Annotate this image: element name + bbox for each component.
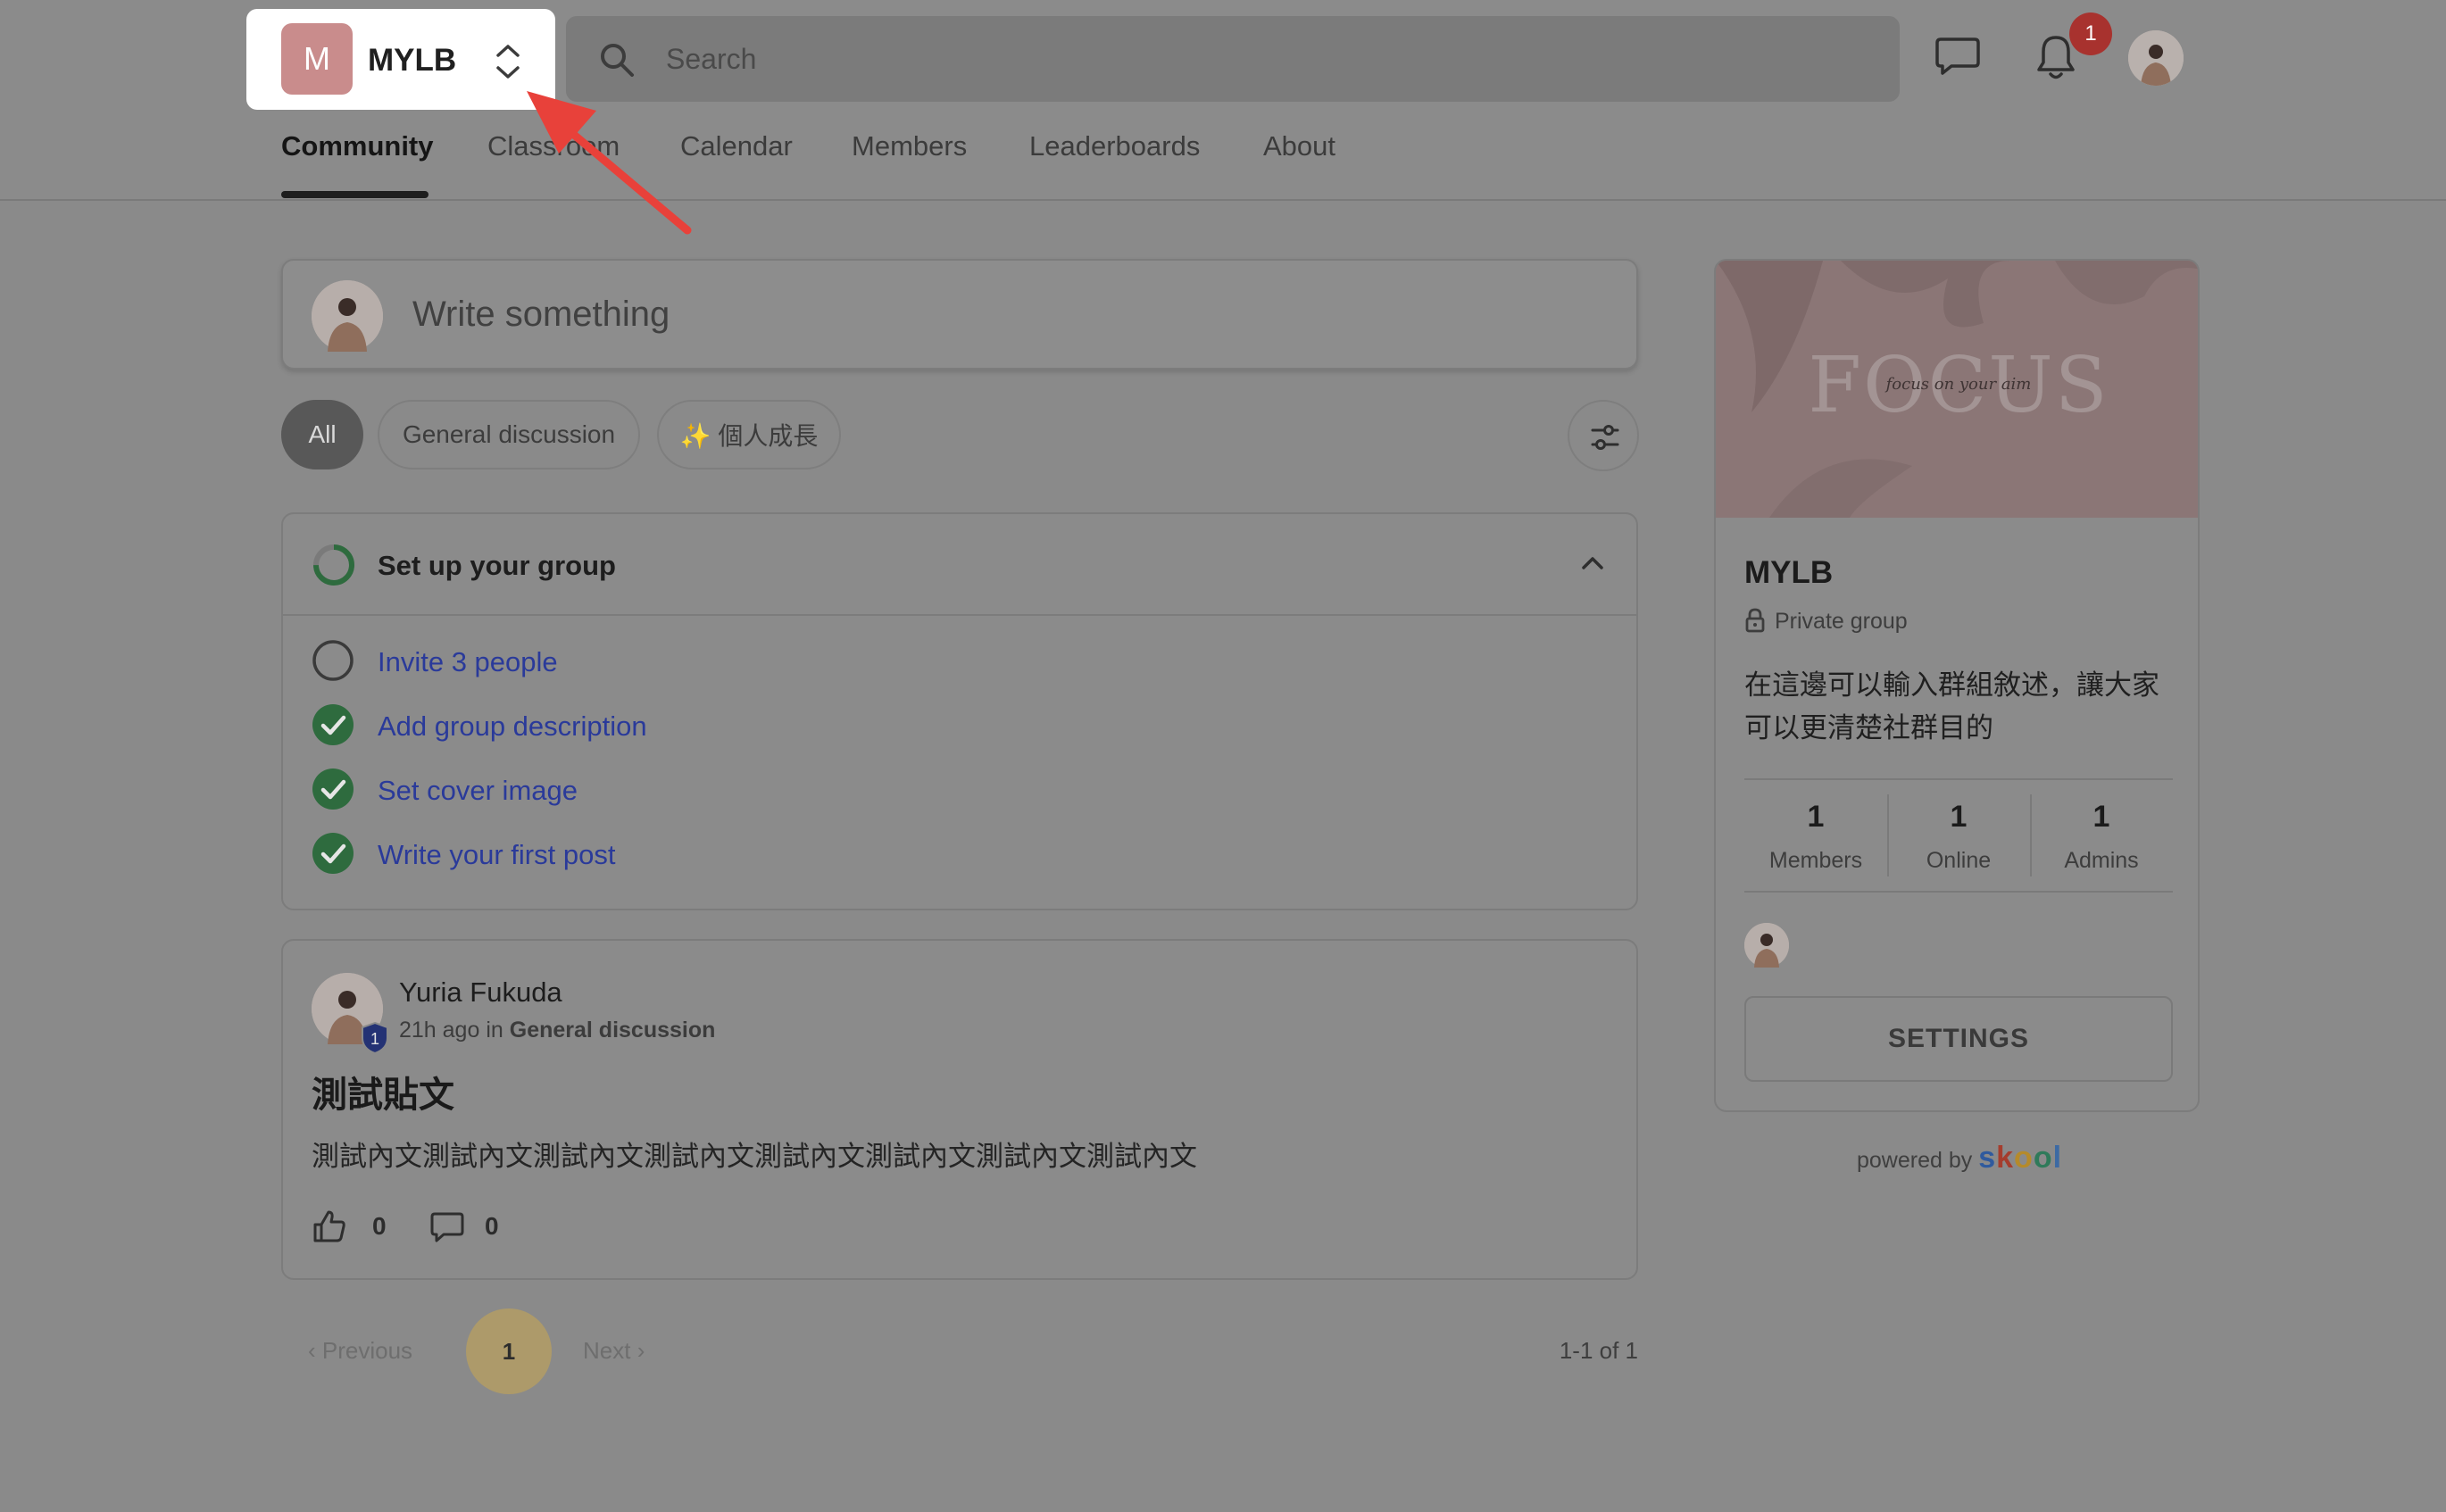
page-number-button[interactable]: 1 <box>466 1308 552 1394</box>
chevron-left-icon: ‹ <box>308 1337 322 1364</box>
composer-avatar <box>312 280 383 352</box>
post-composer[interactable]: Write something <box>281 259 1638 370</box>
stat-value: 1 <box>2092 800 2110 834</box>
like-count: 0 <box>372 1212 387 1240</box>
group-title: MYLB <box>1744 555 1834 590</box>
skool-logo: skool <box>1978 1141 2063 1175</box>
settings-button[interactable]: SETTINGS <box>1744 996 2173 1082</box>
level-badge-icon: 1 <box>362 1021 388 1055</box>
check-circle-icon <box>312 833 354 874</box>
tab-community[interactable]: Community <box>281 130 434 162</box>
check-circle-icon <box>312 704 354 745</box>
previous-page-button[interactable]: ‹ Previous <box>308 1337 412 1365</box>
chevron-up-icon[interactable] <box>1579 550 1606 577</box>
stat-members[interactable]: 1 Members <box>1744 780 1887 891</box>
stat-label: Online <box>1926 848 1992 873</box>
sliders-icon <box>1591 425 1619 450</box>
check-circle-icon <box>312 768 354 810</box>
chevron-right-icon: › <box>630 1337 645 1364</box>
progress-ring-icon <box>313 544 354 586</box>
group-logo: M <box>281 23 353 95</box>
stat-label: Members <box>1768 848 1863 873</box>
powered-by-label: powered by <box>1857 1148 1973 1173</box>
group-description: 在這邊可以輸入群組敘述，讓大家可以更清楚社群目的 <box>1744 669 2159 744</box>
post-meta: 21h ago in General discussion <box>399 1018 715 1043</box>
comment-icon[interactable] <box>429 1210 465 1244</box>
privacy-label: Private group <box>1775 609 1908 634</box>
stat-label: Admins <box>2064 848 2139 873</box>
tab-about[interactable]: About <box>1263 130 1335 162</box>
cover-image: FOCUS focus on your aim <box>1716 261 2198 518</box>
filter-chip-personal-growth[interactable]: ✨ 個人成長 <box>657 400 841 469</box>
stat-value: 1 <box>1950 800 1968 834</box>
pagination: ‹ Previous 1 Next › 1-1 of 1 <box>281 1308 1638 1394</box>
post-time: 21h ago <box>399 1018 480 1043</box>
annotation-arrow <box>527 91 692 235</box>
task-label: Write your first post <box>378 839 616 870</box>
post-category[interactable]: General discussion <box>510 1018 716 1043</box>
user-avatar[interactable] <box>2128 30 2184 86</box>
setup-header[interactable]: Set up your group <box>283 514 1636 616</box>
cover-subtitle: focus on your aim <box>1885 375 2032 394</box>
search-bar[interactable]: Search <box>566 16 1900 102</box>
setup-title: Set up your group <box>378 550 616 581</box>
group-stats: 1 Members 1 Online 1 Admins <box>1744 778 2173 893</box>
notification-badge: 1 <box>2069 12 2112 55</box>
member-avatar[interactable] <box>1744 923 1789 968</box>
comment-count: 0 <box>485 1212 499 1240</box>
next-label: Next <box>583 1337 631 1364</box>
stat-admins[interactable]: 1 Admins <box>2030 780 2173 891</box>
composer-placeholder: Write something <box>412 295 670 334</box>
active-tab-indicator <box>281 191 428 198</box>
task-label: Add group description <box>378 710 647 742</box>
filter-settings-button[interactable] <box>1568 400 1639 471</box>
author-name[interactable]: Yuria Fukuda <box>399 976 562 1009</box>
post-in: in <box>486 1018 503 1043</box>
thumbs-up-icon[interactable] <box>312 1209 347 1244</box>
empty-circle-icon <box>312 640 354 681</box>
task-label: Set cover image <box>378 775 578 806</box>
powered-by[interactable]: powered by skool <box>1857 1141 2062 1176</box>
page-range: 1-1 of 1 <box>1559 1337 1638 1364</box>
chat-icon[interactable] <box>1934 36 1982 77</box>
filter-chip-all[interactable]: All <box>281 400 363 469</box>
next-page-button[interactable]: Next › <box>583 1337 645 1365</box>
level-number: 1 <box>370 1030 379 1048</box>
post-card[interactable]: 1 Yuria Fukuda 21h ago in General discus… <box>281 939 1638 1280</box>
lock-icon <box>1745 608 1765 633</box>
post-body: 測試內文測試內文測試內文測試內文測試內文測試內文測試內文測試內文 <box>312 1141 1197 1172</box>
tab-members[interactable]: Members <box>852 130 967 162</box>
group-name: MYLB <box>368 43 457 78</box>
group-info-card: FOCUS focus on your aim MYLB Private gro… <box>1714 259 2200 1112</box>
stat-value: 1 <box>1807 800 1825 834</box>
setup-checklist: Set up your group Invite 3 people Add gr… <box>281 512 1638 910</box>
previous-label: Previous <box>321 1337 413 1364</box>
tab-leaderboards[interactable]: Leaderboards <box>1029 130 1200 162</box>
stat-online[interactable]: 1 Online <box>1887 780 2030 891</box>
task-label: Invite 3 people <box>378 646 558 677</box>
post-title[interactable]: 測試貼文 <box>312 1066 454 1117</box>
filter-chip-general-discussion[interactable]: General discussion <box>378 400 640 469</box>
